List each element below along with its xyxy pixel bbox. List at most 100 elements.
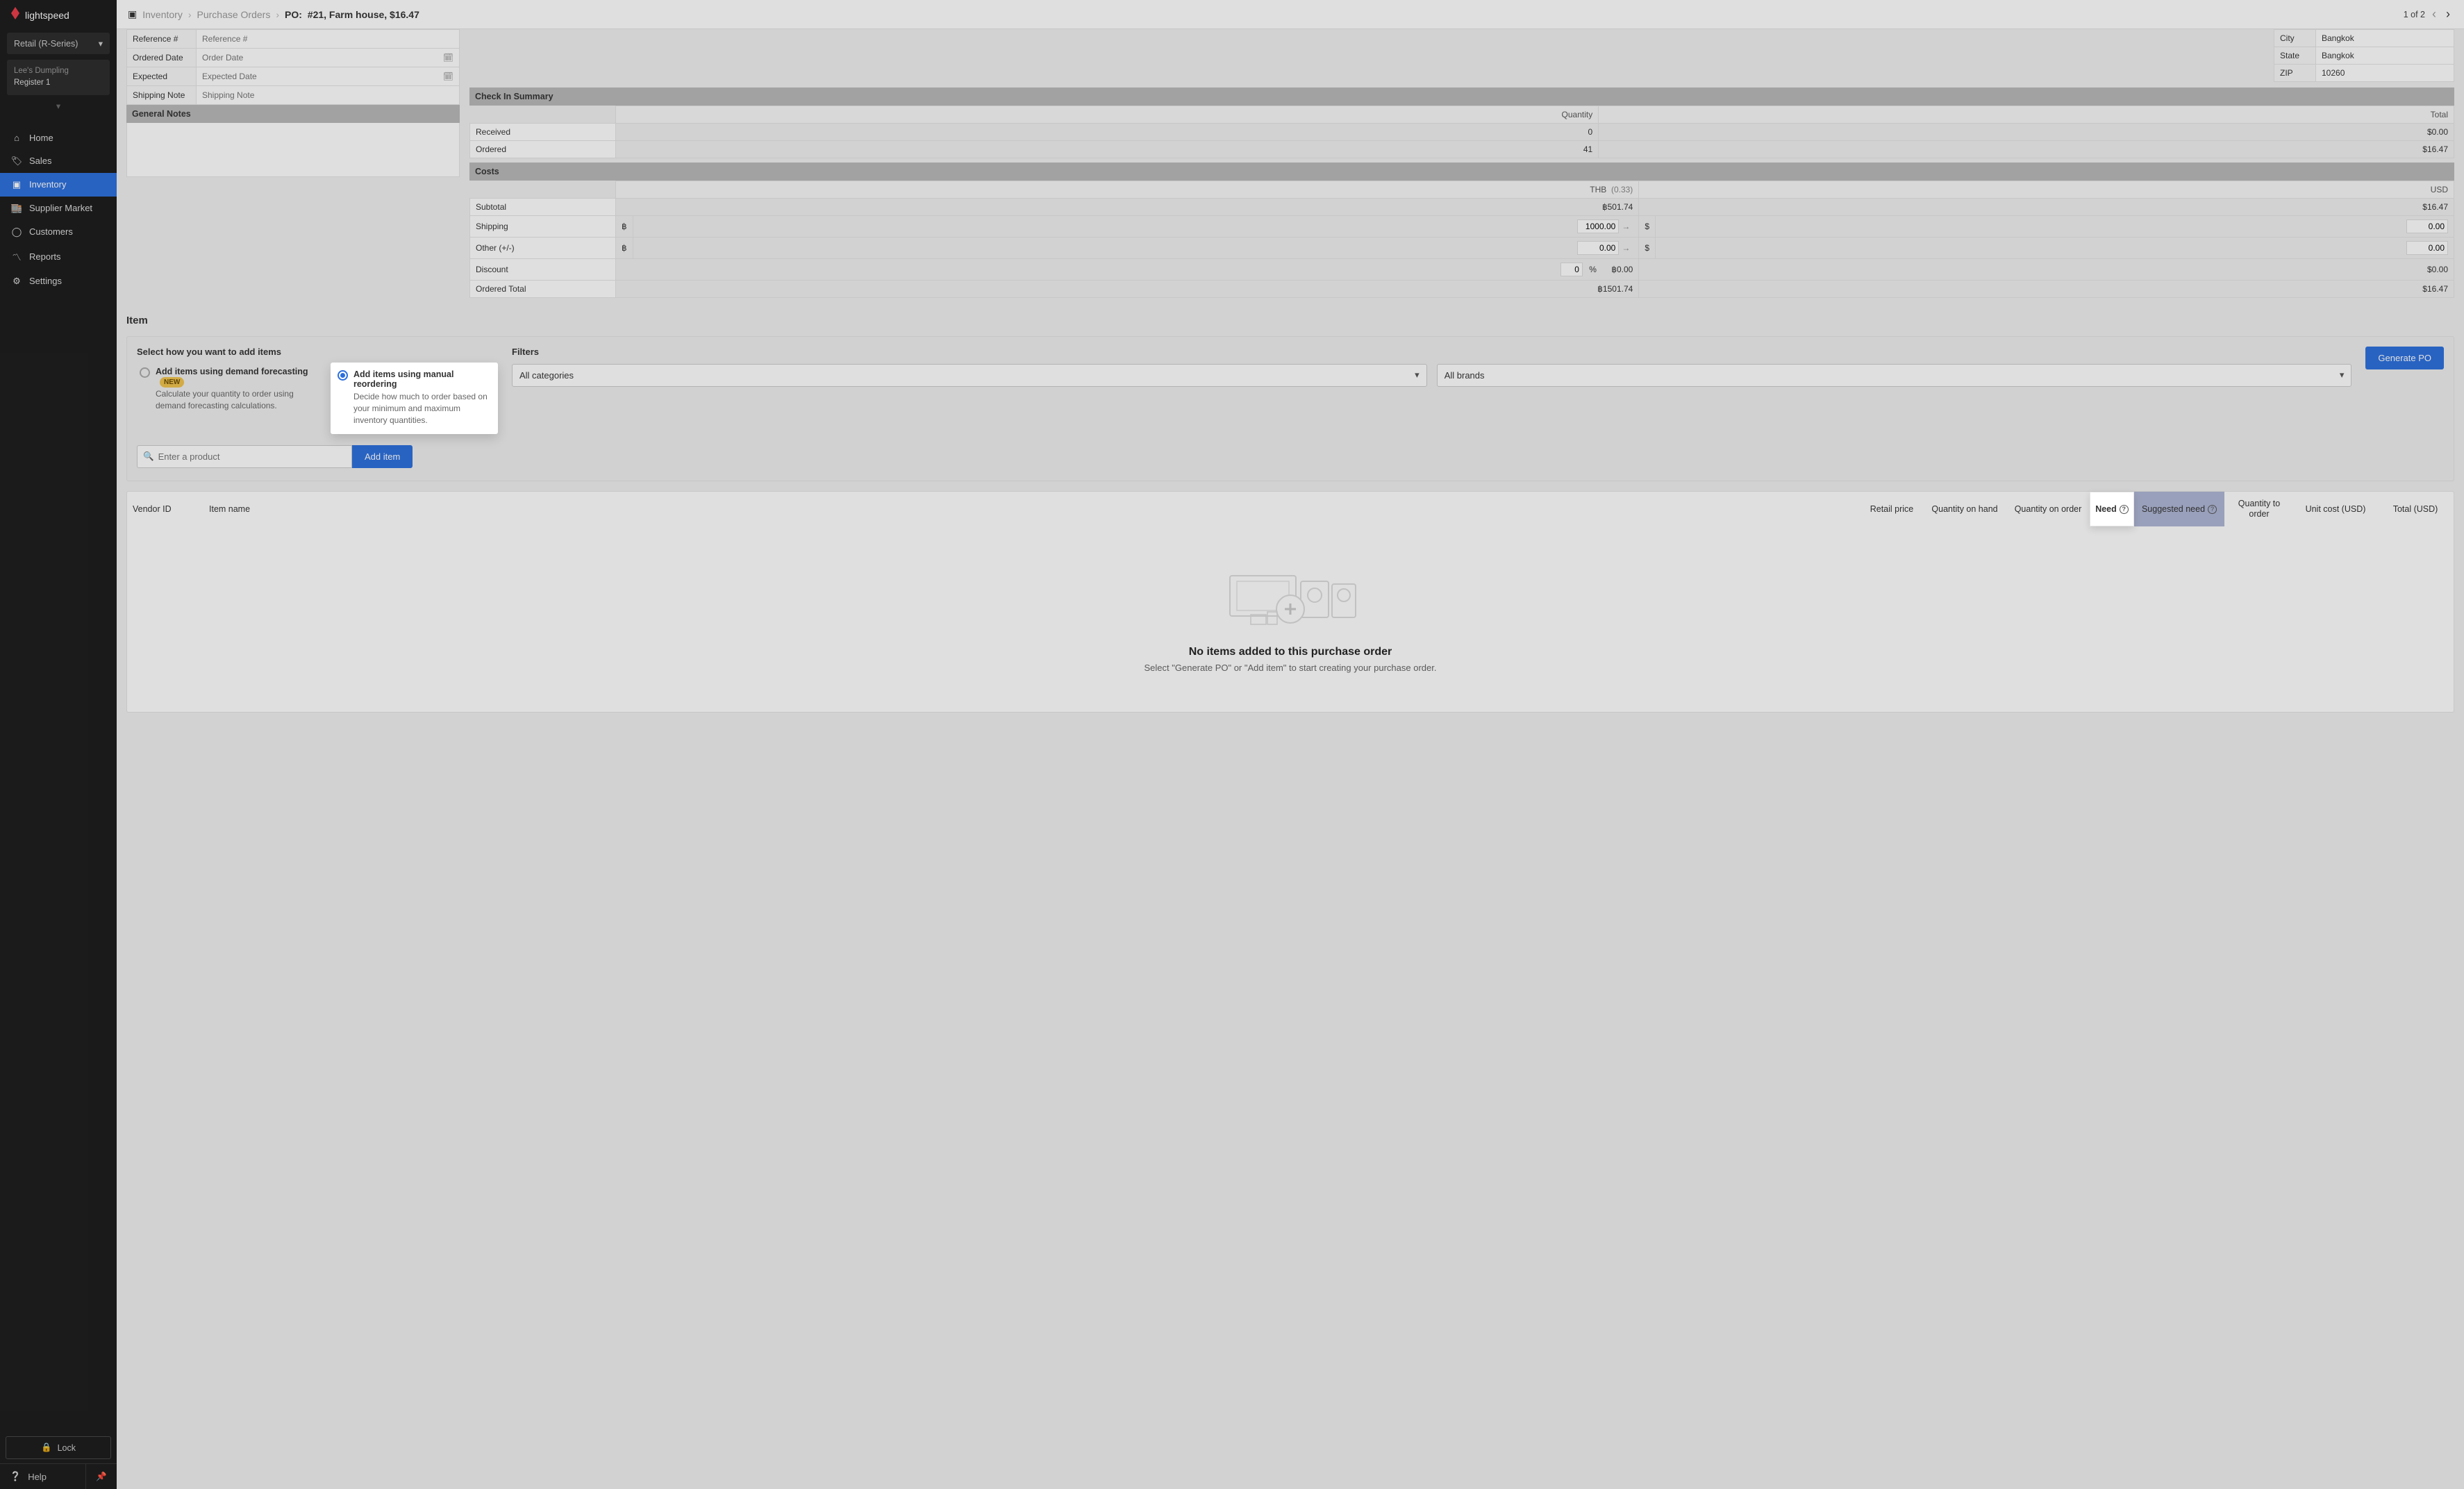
qty-to-order-label: Quantity to order xyxy=(2230,499,2288,519)
pager-text: 1 of 2 xyxy=(2404,10,2425,19)
opt2-desc: Decide how much to order based on your m… xyxy=(353,391,490,426)
nav-inventory[interactable]: ▣ Inventory xyxy=(0,173,117,197)
opt1-desc: Calculate your quantity to order using d… xyxy=(156,388,308,412)
nav-customers[interactable]: ◯ Customers xyxy=(0,220,117,244)
crumb-purchase-orders[interactable]: Purchase Orders xyxy=(197,9,271,20)
ordered-total-label: Ordered Total xyxy=(470,281,616,298)
lightspeed-icon xyxy=(10,7,21,23)
usd-header: USD xyxy=(1639,181,2454,199)
crumb-inventory[interactable]: Inventory xyxy=(142,9,183,20)
subtotal-usd: $16.47 xyxy=(1639,199,2454,216)
subtotal-thb: ฿501.74 xyxy=(616,199,1639,216)
po-details-table: Reference # Ordered Date 🗓 Expected 🗓 xyxy=(126,29,460,105)
shipping-thb-input[interactable] xyxy=(1577,219,1619,233)
received-qty: 0 xyxy=(616,124,1599,141)
nav-settings-label: Settings xyxy=(29,276,62,286)
ordered-label: Ordered xyxy=(470,141,616,158)
received-label: Received xyxy=(470,124,616,141)
generate-po-button[interactable]: Generate PO xyxy=(2365,347,2444,369)
col-unit-cost: Unit cost (USD) xyxy=(2294,492,2377,526)
pager-prev[interactable]: ‹ xyxy=(2429,7,2439,22)
fx-rate: (0.33) xyxy=(1611,185,1633,194)
sidebar-expand-toggle[interactable]: ▾ xyxy=(0,98,117,118)
discount-usd: $0.00 xyxy=(1639,259,2454,281)
crumb-current: PO: #21, Farm house, $16.47 xyxy=(285,9,419,20)
lock-button[interactable]: 🔒 Lock xyxy=(6,1436,111,1459)
breadcrumb: ▣ Inventory › Purchase Orders › PO: #21,… xyxy=(128,8,419,20)
lock-label: Lock xyxy=(58,1443,76,1453)
nav-reports[interactable]: 〽 Reports xyxy=(0,244,117,269)
discount-label: Discount xyxy=(470,259,616,281)
nav-inventory-label: Inventory xyxy=(29,179,66,190)
main-nav: ⌂ Home 🏷 Sales ▣ Inventory 🏬 Supplier Ma… xyxy=(0,126,117,293)
ordered-total-usd: $16.47 xyxy=(1639,281,2454,298)
nav-home[interactable]: ⌂ Home xyxy=(0,126,117,149)
expected-date-input[interactable] xyxy=(202,72,453,81)
nav-settings[interactable]: ⚙ Settings xyxy=(0,269,117,293)
address-table: CityBangkok StateBangkok ZIP10260 xyxy=(2274,29,2454,82)
costs-table: THB (0.33) USD Subtotal ฿501.74 $16.47 S… xyxy=(469,181,2454,298)
other-thb-input[interactable] xyxy=(1577,241,1619,255)
col-qty-to-order: Quantity to order xyxy=(2224,492,2294,526)
ordered-total: $16.47 xyxy=(1599,141,2454,158)
shipping-usd-cur: $ xyxy=(1639,216,1656,238)
pager-next[interactable]: › xyxy=(2443,7,2453,22)
discount-unit: % xyxy=(1589,265,1597,274)
help-tooltip-icon[interactable]: ? xyxy=(2208,505,2217,514)
nav-supplier-market[interactable]: 🏬 Supplier Market xyxy=(0,197,117,220)
state-label: State xyxy=(2274,47,2316,65)
category-select[interactable]: All categories xyxy=(512,364,1427,387)
retail-series-selector[interactable]: Retail (R-Series) ▾ xyxy=(7,33,110,54)
general-notes-textarea[interactable] xyxy=(126,123,460,177)
col-suggested-need: Suggested need ? xyxy=(2134,492,2224,526)
option-manual-reordering[interactable]: Add items using manual reordering Decide… xyxy=(331,363,498,434)
city-label: City xyxy=(2274,30,2316,47)
opt2-title: Add items using manual reordering xyxy=(353,369,490,389)
option-demand-forecasting[interactable]: Add items using demand forecasting NEW C… xyxy=(137,364,322,416)
calendar-icon[interactable]: 🗓 xyxy=(443,72,453,81)
gear-icon: ⚙ xyxy=(11,276,22,287)
product-search-box: 🔍 xyxy=(137,445,352,468)
other-thb-cur: ฿ xyxy=(616,238,633,259)
po-value: #21, Farm house, $16.47 xyxy=(308,9,419,20)
ordered-date-input[interactable] xyxy=(202,53,453,63)
col-retail-price: Retail price xyxy=(1861,492,1923,526)
brand-name: lightspeed xyxy=(25,10,69,21)
nav-supplier-market-label: Supplier Market xyxy=(29,203,92,213)
empty-title: No items added to this purchase order xyxy=(127,646,2454,658)
reference-label: Reference # xyxy=(127,30,197,49)
other-usd-input[interactable] xyxy=(2406,241,2448,255)
zip-value: 10260 xyxy=(2316,65,2454,82)
help-tooltip-icon[interactable]: ? xyxy=(2120,505,2129,514)
brand-select[interactable]: All brands xyxy=(1437,364,2352,387)
archive-icon: ▣ xyxy=(11,179,22,190)
col-qty-on-hand: Quantity on hand xyxy=(1923,492,2006,526)
home-icon: ⌂ xyxy=(11,133,22,143)
main-content: ▣ Inventory › Purchase Orders › PO: #21,… xyxy=(117,0,2464,1489)
other-label: Other (+/-) xyxy=(470,238,616,259)
col-qty-on-order: Quantity on order xyxy=(2006,492,2090,526)
received-total: $0.00 xyxy=(1599,124,2454,141)
add-item-button[interactable]: Add item xyxy=(352,445,413,468)
record-pager: 1 of 2 ‹ › xyxy=(2404,7,2453,22)
chevron-down-icon: ▾ xyxy=(99,38,103,49)
help-label: Help xyxy=(28,1472,47,1482)
city-value: Bangkok xyxy=(2316,30,2454,47)
shipping-note-input[interactable] xyxy=(202,90,453,100)
calendar-icon[interactable]: 🗓 xyxy=(443,53,453,63)
select-options-label: Select how you want to add items xyxy=(137,347,498,357)
help-button[interactable]: ❔ Help xyxy=(0,1464,86,1489)
question-icon: ❔ xyxy=(10,1471,21,1482)
nav-home-label: Home xyxy=(29,133,53,143)
sidebar: lightspeed Retail (R-Series) ▾ Lee's Dum… xyxy=(0,0,117,1489)
reference-input[interactable] xyxy=(202,34,453,44)
topbar: ▣ Inventory › Purchase Orders › PO: #21,… xyxy=(117,0,2464,29)
shipping-thb-cur: ฿ xyxy=(616,216,633,238)
product-search-input[interactable] xyxy=(154,446,346,467)
nav-sales[interactable]: 🏷 Sales xyxy=(0,149,117,173)
discount-input[interactable] xyxy=(1560,263,1583,276)
total-header: Total xyxy=(1599,106,2454,124)
shipping-usd-input[interactable] xyxy=(2406,219,2448,233)
pin-sidebar-button[interactable]: 📌 xyxy=(86,1464,117,1489)
store-info-card[interactable]: Lee's Dumpling Register 1 xyxy=(7,60,110,95)
